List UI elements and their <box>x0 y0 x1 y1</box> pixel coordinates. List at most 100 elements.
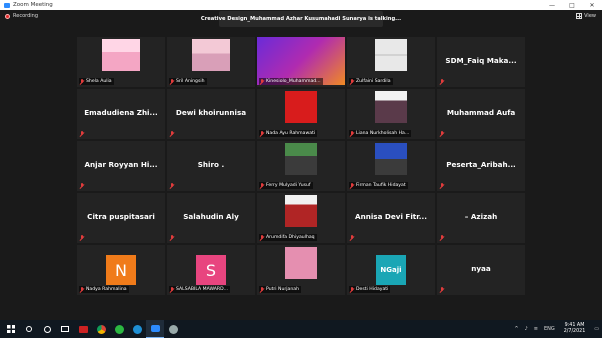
view-label: View <box>584 13 596 19</box>
participant-name: nyaa <box>471 264 491 273</box>
app-icon[interactable] <box>164 320 182 338</box>
network-icon[interactable]: ≡ <box>534 326 538 332</box>
participant-label-name: Putri Nurjanah <box>266 287 299 292</box>
participant-tile[interactable]: Ferry Mulyadi Yusuf <box>257 141 345 191</box>
cortana-icon[interactable] <box>38 320 56 338</box>
participant-label <box>79 130 88 137</box>
recording-label: Recording <box>13 13 39 19</box>
active-speaker-banner: Creative Design_Muhammad Azhar Kusumahad… <box>201 11 401 27</box>
whatsapp-icon[interactable] <box>110 320 128 338</box>
zoom-taskbar-icon[interactable] <box>146 320 164 338</box>
muted-mic-icon <box>349 130 354 137</box>
participant-tile[interactable]: Anjar Royyan Hi... <box>77 141 165 191</box>
clock[interactable]: 9:41 AM 2/7/2021 <box>564 323 586 335</box>
participant-tile[interactable]: Putri Nurjanah <box>257 245 345 295</box>
participant-label <box>169 234 178 241</box>
video-app-icon[interactable] <box>74 320 92 338</box>
participant-label: Liana Nurkholisah Ha... <box>349 130 412 137</box>
participant-label: Kinesiolo_Muhammad... <box>259 78 323 85</box>
muted-mic-icon <box>259 234 264 241</box>
task-view-icon[interactable] <box>56 320 74 338</box>
zoom-window: Zoom Meeting — □ ✕ Recording Creative De… <box>0 0 602 320</box>
participant-label: Sril Aningsih <box>169 78 207 85</box>
muted-mic-icon <box>439 286 444 293</box>
window-title: Zoom Meeting <box>13 2 53 8</box>
participant-tile[interactable]: Shela Aulia <box>77 37 165 87</box>
participant-tile[interactable]: Peserta_Aribah... <box>437 141 525 191</box>
participant-name: Muhammad Aufa <box>446 108 516 117</box>
view-button[interactable]: View <box>576 13 596 19</box>
muted-mic-icon <box>439 182 444 189</box>
windows-start-icon[interactable] <box>2 320 20 338</box>
participant-avatar: S <box>196 255 226 285</box>
participant-label <box>439 182 448 189</box>
participant-tile[interactable]: Nada Ayu Rahmawati <box>257 89 345 139</box>
participant-label <box>79 182 88 189</box>
minimize-button[interactable]: — <box>542 0 562 10</box>
participant-tile[interactable]: – Azizah <box>437 193 525 243</box>
participant-label-name: Ferry Mulyadi Yusuf <box>266 183 311 188</box>
muted-mic-icon <box>349 182 354 189</box>
language-indicator[interactable]: ENG <box>544 326 555 332</box>
muted-mic-icon <box>439 78 444 85</box>
muted-mic-icon <box>259 182 264 189</box>
participant-name: Citra puspitasari <box>87 212 155 221</box>
participant-label: Ferry Mulyadi Yusuf <box>259 182 313 189</box>
participant-tile[interactable]: SDM_Faiq Maka... <box>437 37 525 87</box>
participant-video <box>285 247 317 279</box>
participant-tile[interactable]: Kinesiolo_Muhammad... <box>257 37 345 87</box>
participant-tile[interactable]: N Nadya Rahmalina <box>77 245 165 295</box>
close-button[interactable]: ✕ <box>582 0 602 10</box>
participant-label-name: Liana Nurkholisah Ha... <box>356 131 410 136</box>
muted-mic-icon <box>169 286 174 293</box>
participant-label: Nadya Rahmalina <box>79 286 129 293</box>
volume-icon[interactable]: ♪ <box>525 326 528 332</box>
maximize-button[interactable]: □ <box>562 0 582 10</box>
recording-indicator[interactable]: Recording <box>5 13 38 19</box>
participant-tile[interactable]: Muhammad Aufa <box>437 89 525 139</box>
participant-label-name: Sril Aningsih <box>176 79 205 84</box>
muted-mic-icon <box>349 234 354 241</box>
recording-dot-icon <box>5 13 10 19</box>
chrome-icon[interactable] <box>92 320 110 338</box>
participant-tile[interactable]: Annisa Devi Fitr... <box>347 193 435 243</box>
participant-tile[interactable]: Dewi khoirunnisa <box>167 89 255 139</box>
participant-tile[interactable]: Salahudin Aly <box>167 193 255 243</box>
participant-name: Peserta_Aribah... <box>446 160 516 169</box>
participant-tile[interactable]: Citra puspitasari <box>77 193 165 243</box>
participant-video <box>285 195 317 227</box>
participant-tile[interactable]: Zulfaini Sardila <box>347 37 435 87</box>
participant-tile[interactable]: Sril Aningsih <box>167 37 255 87</box>
participant-label: Desti Hidayati <box>349 286 391 293</box>
participant-tile[interactable]: Liana Nurkholisah Ha... <box>347 89 435 139</box>
notifications-icon[interactable]: ▭ <box>594 326 599 332</box>
participant-label-name: Kinesiolo_Muhammad... <box>266 79 321 84</box>
participant-avatar: N <box>106 255 136 285</box>
participant-tile[interactable]: NGaji Desti Hidayati <box>347 245 435 295</box>
participant-tile[interactable]: Arumdifa Dhiyaulhaq <box>257 193 345 243</box>
clock-date: 2/7/2021 <box>563 329 586 334</box>
edge-icon[interactable] <box>128 320 146 338</box>
muted-mic-icon <box>169 234 174 241</box>
participant-label-name: Nada Ayu Rahmawati <box>266 131 316 136</box>
participant-label: Arumdifa Dhiyaulhaq <box>259 234 317 241</box>
participant-avatar: NGaji <box>376 255 406 285</box>
participant-name: SDM_Faiq Maka... <box>445 56 517 65</box>
participant-tile[interactable]: Shiro . <box>167 141 255 191</box>
muted-mic-icon <box>439 234 444 241</box>
chevron-up-icon[interactable]: ^ <box>514 326 518 332</box>
participant-tile[interactable]: Emadudiena Zhi... <box>77 89 165 139</box>
participant-video <box>375 91 407 123</box>
participant-tile[interactable]: S SALSABILA MAWARD... <box>167 245 255 295</box>
participant-label-name: Shela Aulia <box>86 79 112 84</box>
participant-tile[interactable]: nyaa <box>437 245 525 295</box>
participant-video <box>192 39 230 71</box>
search-icon[interactable] <box>20 320 38 338</box>
participant-video <box>375 39 407 71</box>
muted-mic-icon <box>259 286 264 293</box>
zoom-app-icon <box>4 2 10 8</box>
windows-taskbar: ^ ♪ ≡ ENG 9:41 AM 2/7/2021 ▭ <box>0 320 602 338</box>
participant-name: Anjar Royyan Hi... <box>84 160 158 169</box>
participant-tile[interactable]: Firman Taufik Hidayat <box>347 141 435 191</box>
participant-name: – Azizah <box>464 212 498 221</box>
